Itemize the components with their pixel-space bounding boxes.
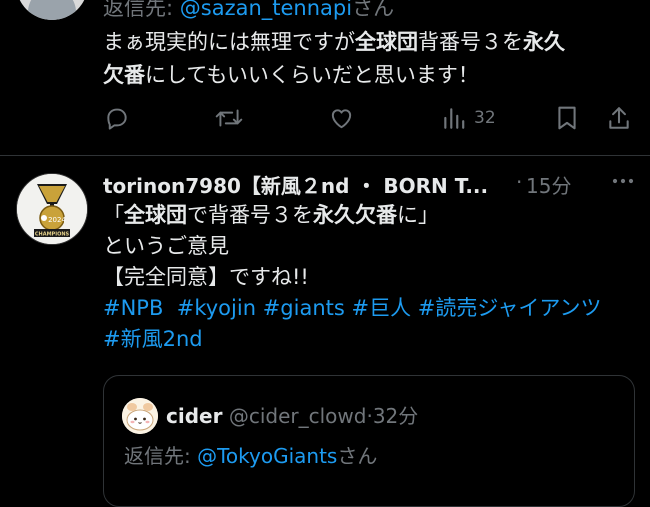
tweet-text-part: で背番号３を (187, 203, 313, 227)
more-icon (612, 178, 634, 184)
retweet-button[interactable] (214, 104, 244, 132)
champions-trophy-icon: 2024 CHAMPIONS (17, 174, 87, 244)
reply-to-line: 返信先: @sazan_tennapiさん (103, 0, 394, 22)
reply-button[interactable] (104, 104, 130, 132)
tweet-line: 「全球団で背番号３を永久欠番に」 (103, 200, 638, 231)
avatar[interactable] (16, 0, 88, 20)
retweet-icon (215, 109, 243, 127)
timestamp[interactable]: 15分 (526, 170, 571, 199)
cider-face-icon (122, 398, 158, 434)
tweet-torinon[interactable]: 2024 CHAMPIONS torinon7980【新風２nd ・ BORN … (0, 156, 650, 507)
tweet-text-bold: 永久欠番 (313, 203, 397, 227)
tweet-reply-sazan[interactable]: 返信先: @sazan_tennapiさん まぁ現実的には無理ですが全球団背番号… (0, 0, 650, 155)
tweet-text-part: まぁ現実的には無理ですが (103, 30, 355, 54)
views-count: 32 (474, 108, 496, 128)
reply-mention-link[interactable]: @TokyoGiants (197, 444, 337, 468)
tweet-text-bold: 欠番 (103, 63, 145, 87)
avatar-shoulders (28, 0, 76, 20)
reply-prefix: 返信先: (103, 0, 180, 20)
tweet-text-part: に」 (397, 203, 439, 227)
hashtag-line: #新風2nd (103, 324, 638, 355)
quote-author-handle[interactable]: @cider_clowd (229, 404, 367, 428)
tweet-text-part: にしてもいいくらいだと思います！ (145, 63, 479, 87)
share-icon (609, 107, 629, 129)
header-separator: · (516, 170, 523, 194)
tweet-line: 【完全同意】ですね!! (103, 265, 309, 289)
tweet-text-bold: 全球団 (124, 203, 187, 227)
avatar[interactable]: 2024 CHAMPIONS (16, 173, 88, 245)
tweet-text: 「全球団で背番号３を永久欠番に」 というご意見 【完全同意】ですね!! #NPB… (103, 200, 638, 355)
hashtag-line: #NPB #kyojin #giants #巨人 #読売ジャイアンツ (103, 293, 638, 324)
quote-reply-line: 返信先: @TokyoGiantsさん (124, 440, 377, 469)
hashtag-link[interactable]: #読売ジャイアンツ (418, 296, 602, 320)
hashtag-link[interactable]: #新風2nd (103, 327, 203, 351)
tweet-text-bold: 永久 (523, 30, 565, 54)
hashtag-link[interactable]: #NPB (103, 296, 163, 320)
quote-timestamp[interactable]: 32分 (373, 404, 418, 428)
tweet-actions: 32 (0, 100, 650, 136)
quoted-tweet-card[interactable]: cider @cider_clowd·32分 返信先: @TokyoGiants… (103, 375, 635, 507)
quote-header: cider @cider_clowd·32分 (166, 400, 418, 429)
tweet-line: というご意見 (103, 234, 229, 258)
share-button[interactable] (607, 104, 631, 132)
tweet-text-part: 背番号３を (418, 30, 523, 54)
reply-mention-link[interactable]: @sazan_tennapi (180, 0, 352, 20)
reply-prefix: 返信先: (124, 444, 198, 468)
views-button[interactable]: 32 (442, 104, 496, 132)
bookmark-icon (558, 106, 576, 130)
hashtag-link[interactable]: #giants (263, 296, 345, 320)
reply-suffix: さん (337, 444, 378, 468)
reply-suffix: さん (352, 0, 395, 20)
hashtag-link[interactable]: #kyojin (177, 296, 256, 320)
tweet-header: torinon7980【新風２nd ・ BORN T... · 15分 (103, 170, 638, 200)
views-icon (444, 108, 465, 129)
avatar-banner-text: CHAMPIONS (35, 232, 70, 238)
tweet-text-bold: 全球団 (355, 30, 418, 54)
avatar-badge-text: 2024 (48, 216, 66, 224)
like-button[interactable] (328, 104, 355, 132)
quote-author-name[interactable]: cider (166, 404, 222, 428)
hashtag-link[interactable]: #巨人 (352, 296, 412, 320)
reply-icon (107, 108, 127, 130)
more-button[interactable] (608, 168, 638, 199)
author-name[interactable]: torinon7980【新風２nd ・ BORN T... (103, 170, 488, 199)
tweet-text-part: 「 (103, 203, 124, 227)
quote-avatar[interactable] (122, 398, 158, 434)
tweet-text: まぁ現実的には無理ですが全球団背番号３を永久欠番にしてもいいくらいだと思います！ (103, 26, 633, 92)
heart-icon (331, 109, 352, 129)
bookmark-button[interactable] (555, 104, 579, 132)
